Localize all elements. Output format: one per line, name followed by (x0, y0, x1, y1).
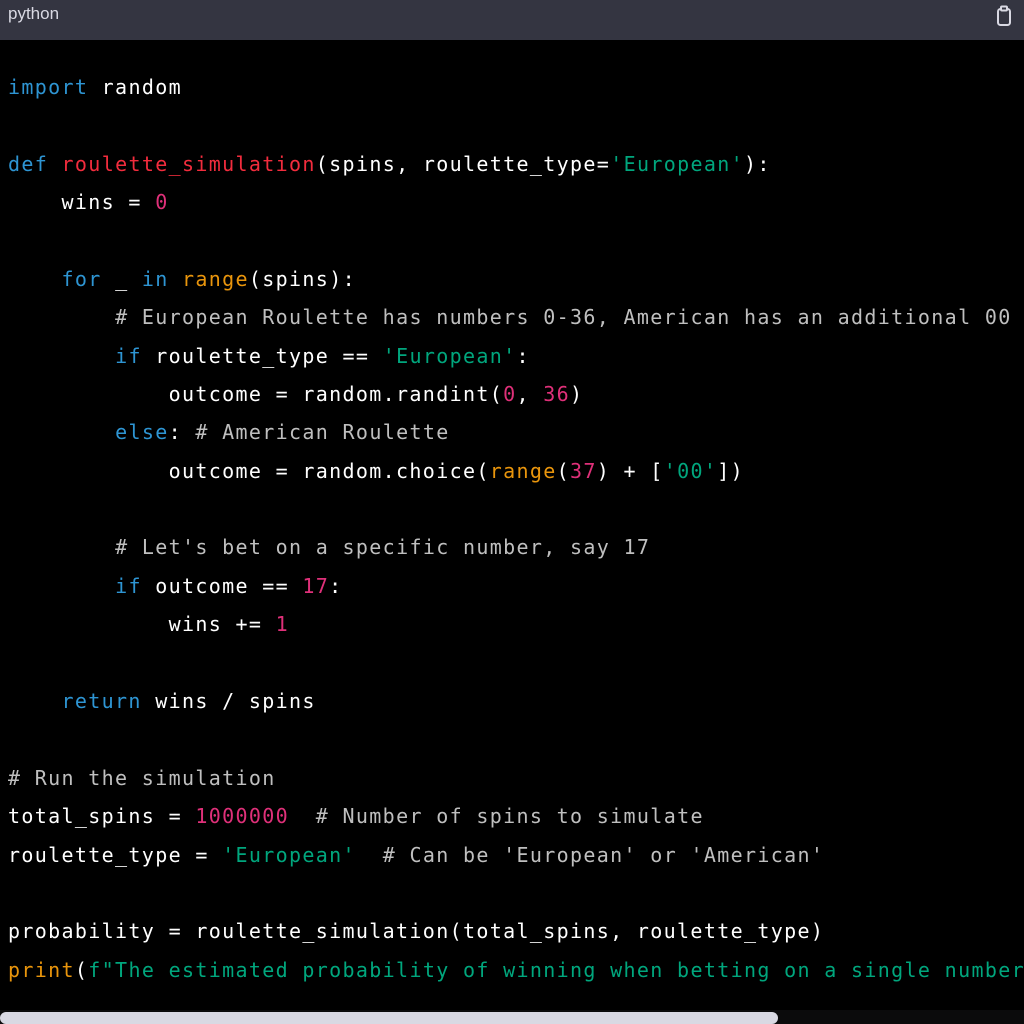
code-token: wins += (8, 612, 276, 636)
code-token: ( (556, 459, 571, 483)
code-line-6: if roulette_type == 'European': (8, 337, 530, 375)
keyword-token: import (8, 75, 89, 99)
code-line-1: import random (8, 68, 182, 106)
keyword-token: else (115, 420, 169, 444)
code-token: ]) (717, 459, 744, 483)
number-token: 1000000 (195, 804, 290, 828)
code-line-15: total_spins = 1000000 # Number of spins … (8, 797, 704, 835)
comment-token: # American Roulette (195, 420, 450, 444)
code-token: ): (744, 152, 771, 176)
code-line-17: probability = roulette_simulation(total_… (8, 912, 824, 950)
code-token: , (516, 382, 544, 406)
code-line-14: # Run the simulation (8, 759, 276, 797)
code-token: : (516, 344, 530, 368)
code-token: (spins, roulette_type= (315, 152, 611, 176)
comment-token: # European Roulette has numbers 0-36, Am… (115, 305, 1012, 329)
code-token: _ (101, 267, 142, 291)
code-token: outcome = random.choice( (8, 459, 490, 483)
code-token: roulette_type = (8, 843, 223, 867)
code-content[interactable]: import random def roulette_simulation(sp… (0, 40, 1024, 1010)
number-token: 37 (570, 459, 597, 483)
builtin-token: range (489, 459, 557, 483)
string-token: f"The estimated probability of winning w… (88, 958, 1024, 982)
comment-token: # Run the simulation (8, 766, 276, 790)
code-block-header: python (0, 0, 1024, 40)
number-token: 17 (302, 574, 330, 598)
code-token: (spins): (248, 267, 356, 291)
keyword-token: def (8, 152, 49, 176)
keyword-token: if (115, 574, 142, 598)
keyword-token: return (61, 689, 142, 713)
number-token: 36 (543, 382, 571, 406)
code-line-18: print(f"The estimated probability of win… (8, 951, 1024, 989)
code-token: : (168, 420, 196, 444)
code-token: : (329, 574, 343, 598)
code-line-7: outcome = random.randint(0, 36) (8, 375, 583, 413)
number-token: 0 (155, 190, 169, 214)
code-line-4: for _ in range(spins): (8, 260, 356, 298)
builtin-token: range (182, 267, 249, 291)
scrollbar-thumb[interactable] (0, 1012, 778, 1024)
string-token: '00' (663, 459, 718, 483)
code-token: ( (74, 958, 89, 982)
code-line-2: def roulette_simulation(spins, roulette_… (8, 145, 771, 183)
code-token: outcome == (141, 574, 303, 598)
code-token: wins / spins (141, 689, 316, 713)
code-token: roulette_type == (141, 344, 383, 368)
language-label: python (8, 4, 60, 23)
code-token: ) + [ (596, 459, 664, 483)
comment-token: # Number of spins to simulate (315, 804, 704, 828)
string-token: 'European' (382, 344, 517, 368)
keyword-token: if (115, 344, 142, 368)
code-block: python import random def roulette_simula… (0, 0, 1024, 1024)
comment-token: # Can be 'European' or 'American' (382, 843, 825, 867)
code-token: probability = roulette_simulation(total_… (8, 919, 825, 943)
builtin-token: print (8, 958, 75, 982)
code-line-5: # European Roulette has numbers 0-36, Am… (8, 298, 1012, 336)
code-token: random (88, 75, 182, 99)
code-token: ) (570, 382, 584, 406)
code-token: wins = (8, 190, 156, 214)
code-line-11: if outcome == 17: (8, 567, 343, 605)
code-token: outcome = random.randint( (8, 382, 504, 406)
number-token: 0 (503, 382, 517, 406)
code-line-12: wins += 1 (8, 605, 289, 643)
code-line-16: roulette_type = 'European' # Can be 'Eur… (8, 836, 824, 874)
code-line-8: else: # American Roulette (8, 413, 450, 451)
keyword-token: in (141, 267, 169, 291)
code-line-13: return wins / spins (8, 682, 316, 720)
number-token: 1 (275, 612, 290, 636)
code-token: total_spins = (8, 804, 196, 828)
string-token: 'European' (610, 152, 744, 176)
copy-code-button[interactable] (993, 4, 1015, 28)
clipboard-icon (997, 5, 1011, 26)
string-token: 'European' (222, 843, 356, 867)
code-line-3: wins = 0 (8, 183, 169, 221)
code-line-10: # Let's bet on a specific number, say 17 (8, 528, 650, 566)
code-line-9: outcome = random.choice(range(37) + ['00… (8, 452, 744, 490)
keyword-token: for (61, 267, 102, 291)
function-name-token: roulette_simulation (61, 152, 316, 176)
comment-token: # Let's bet on a specific number, say 17 (115, 535, 651, 559)
